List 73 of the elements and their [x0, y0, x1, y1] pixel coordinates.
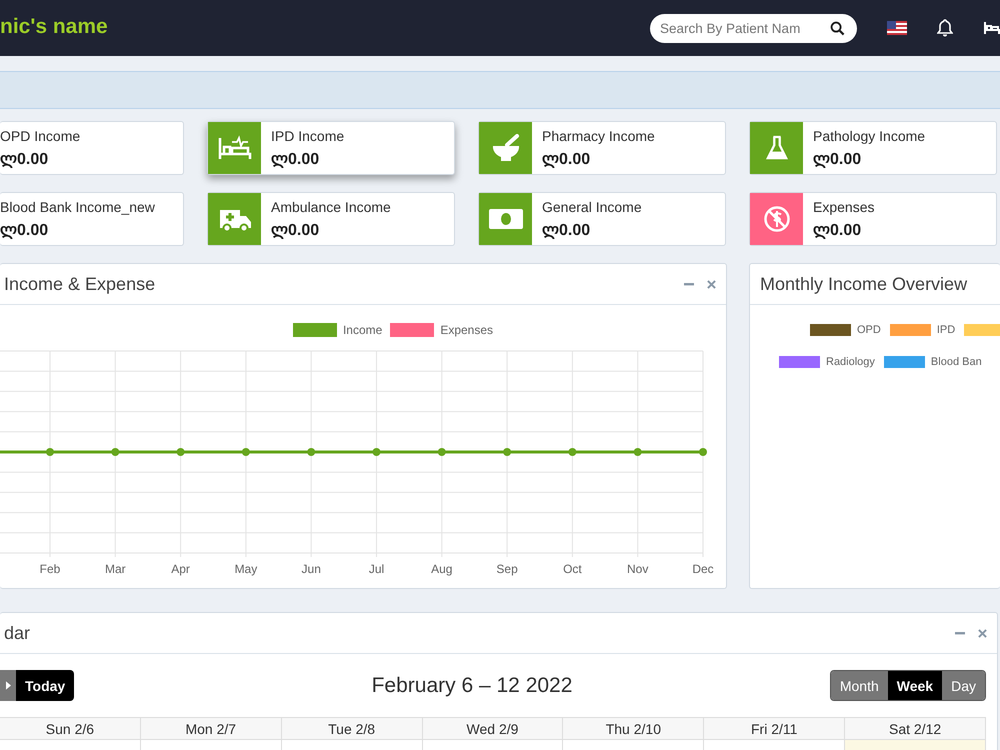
income-card[interactable]: IPD Income ლ0.00	[207, 121, 455, 175]
chevron-icon	[6, 681, 10, 690]
search-icon[interactable]	[830, 20, 845, 36]
month-label: May	[234, 562, 258, 576]
mortar-icon	[490, 134, 520, 162]
card-amount: ლ0.00	[271, 221, 320, 240]
legend-label: Radiology	[826, 356, 875, 368]
view-tab[interactable]: Week	[888, 671, 942, 700]
close-icon[interactable]	[707, 280, 716, 288]
day-header: Mon 2/7	[140, 718, 282, 740]
day-header: Sun 2/6	[0, 718, 141, 740]
day-header: Sat 2/12	[845, 718, 986, 740]
day-header: Fri 2/11	[704, 718, 846, 740]
month-label: Feb	[40, 562, 60, 576]
legend-label: Income	[342, 323, 382, 337]
search-field[interactable]: Search By Patient Nam	[650, 14, 857, 42]
month-label: Dec	[692, 562, 714, 576]
month-label: Aug	[431, 562, 452, 576]
income-card[interactable]: OPD Income ლ0.00	[0, 121, 184, 175]
search-field[interactable]: Search By Patient Nam	[660, 20, 830, 36]
close-icon[interactable]	[978, 628, 987, 638]
clinic-name: nic's name	[0, 15, 108, 40]
card-amount: ლ0.00	[542, 221, 592, 240]
income-card[interactable]: Blood Bank Income_new ლ0.00	[0, 192, 184, 246]
card-amount: ლ0.00	[0, 221, 50, 240]
panel-title: Income & Expense	[4, 274, 156, 294]
legend-label: Expenses	[440, 323, 494, 337]
card-amount: ლ0.00	[813, 221, 862, 240]
card-amount: ლ0.00	[813, 150, 862, 169]
card-amount: ლ0.00	[271, 150, 320, 169]
card-title: Pharmacy Income	[542, 128, 655, 144]
card-title: General Income	[542, 199, 642, 215]
card-title: Expenses	[813, 199, 874, 215]
today-button[interactable]: Today	[16, 670, 74, 701]
no-money-icon	[762, 205, 790, 233]
day-header: Tue 2/8	[282, 718, 423, 740]
month-label: Nov	[627, 562, 648, 576]
month-label: Mar	[104, 562, 126, 576]
day-header: Thu 2/10	[563, 718, 704, 740]
month-label: Jul	[368, 562, 384, 576]
card-title: Blood Bank Income_new	[0, 199, 155, 215]
next-button[interactable]	[0, 670, 16, 701]
view-tab[interactable]: Day	[942, 671, 985, 700]
flask-icon	[766, 135, 788, 161]
income-card[interactable]: General Income ლ0.00	[478, 192, 726, 246]
panel-title: Monthly Income Overview	[760, 274, 968, 294]
card-amount: ლ0.00	[542, 150, 592, 169]
legend-label: IPD	[936, 324, 956, 336]
month-label: Sep	[496, 562, 518, 576]
month-label: Oct	[563, 562, 582, 576]
bed-icon	[218, 135, 252, 161]
flag-icon[interactable]	[887, 21, 907, 35]
card-title: Pathology Income	[813, 128, 926, 144]
income-card[interactable]: Pharmacy Income ლ0.00	[478, 121, 726, 175]
card-title: OPD Income	[0, 128, 80, 144]
income-card[interactable]: Expenses ლ0.00	[749, 192, 997, 246]
bell-icon[interactable]	[937, 19, 953, 37]
date-range-title: February 6 – 12 2022	[370, 674, 572, 698]
legend-label: Blood Ban	[930, 356, 982, 368]
bed-icon[interactable]	[984, 21, 1000, 35]
panel-title: dar	[4, 622, 30, 644]
income-card[interactable]: Ambulance Income ლ0.00	[207, 192, 455, 246]
month-label: Apr	[171, 562, 190, 576]
card-title: IPD Income	[271, 128, 344, 144]
banknote-icon	[488, 208, 524, 230]
legend-label: OPD	[857, 324, 881, 336]
view-tab[interactable]: Month	[830, 671, 888, 700]
day-header: Wed 2/9	[422, 718, 564, 740]
card-title: Ambulance Income	[271, 199, 391, 215]
day-cell[interactable]	[845, 740, 986, 750]
month-label: Jun	[302, 562, 321, 576]
income-card[interactable]: Pathology Income ლ0.00	[749, 121, 997, 175]
card-amount: ლ0.00	[0, 150, 50, 169]
